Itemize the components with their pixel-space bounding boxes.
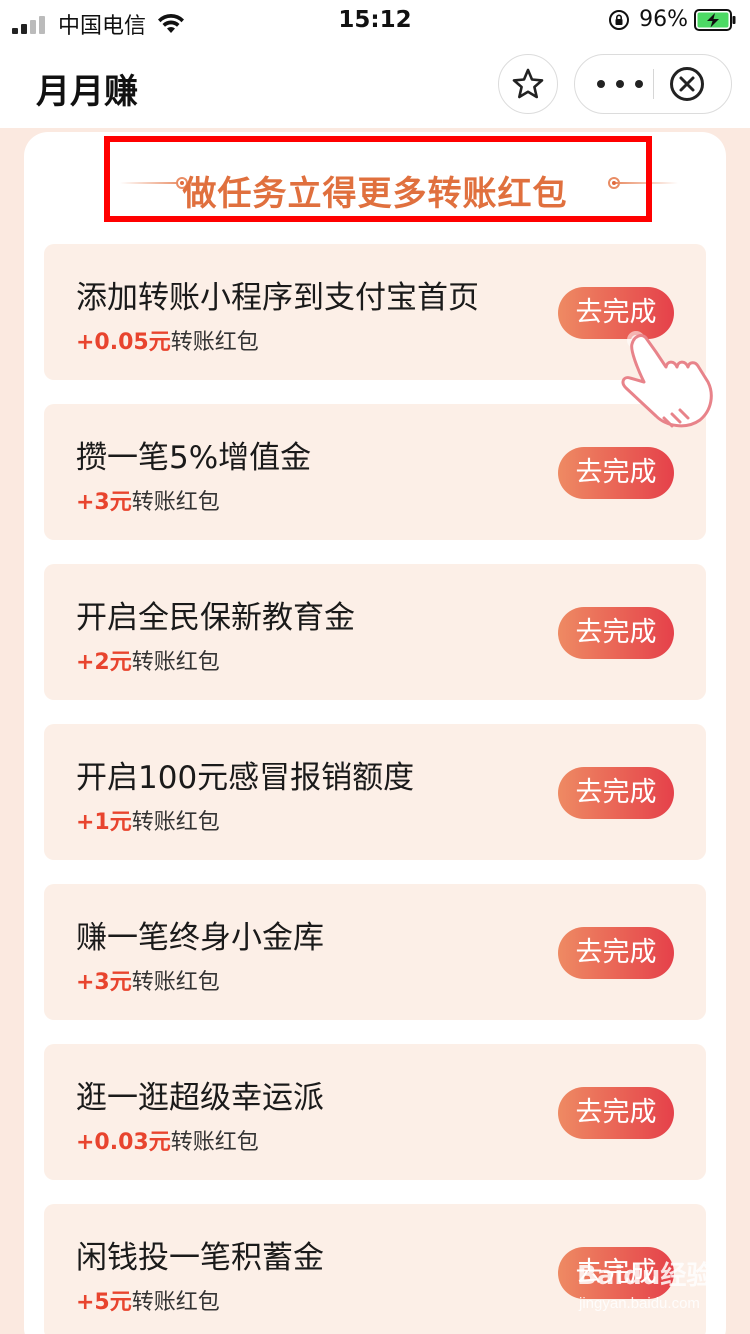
favorite-button[interactable] bbox=[498, 54, 558, 114]
task-reward: +2元转账红包 bbox=[76, 644, 220, 676]
task-card: 做任务立得更多转账红包 添加转账小程序到支付宝首页 +0.05元转账红包 去完成… bbox=[24, 132, 726, 1334]
task-item: 开启全民保新教育金 +2元转账红包 去完成 bbox=[44, 564, 706, 700]
highlight-box bbox=[104, 136, 652, 222]
task-reward: +3元转账红包 bbox=[76, 484, 220, 516]
task-item: 逛一逛超级幸运派 +0.03元转账红包 去完成 bbox=[44, 1044, 706, 1180]
reward-label: 转账红包 bbox=[131, 490, 220, 515]
reward-amount: +2元 bbox=[76, 650, 132, 675]
complete-task-button[interactable]: 去完成 bbox=[558, 447, 674, 499]
star-icon bbox=[512, 68, 544, 99]
reward-amount: +3元 bbox=[76, 970, 132, 995]
capsule-divider bbox=[653, 69, 654, 99]
task-reward: +0.03元转账红包 bbox=[76, 1124, 259, 1156]
task-item: 开启100元感冒报销额度 +1元转账红包 去完成 bbox=[44, 724, 706, 860]
reward-label: 转账红包 bbox=[131, 810, 220, 835]
miniprogram-capsule bbox=[574, 54, 732, 114]
page-title: 月月赚 bbox=[36, 72, 138, 112]
battery-percent: 96% bbox=[639, 7, 688, 32]
task-title: 闲钱投一笔积蓄金 bbox=[76, 1240, 324, 1276]
watermark-text: Baidu经验 bbox=[577, 1260, 712, 1291]
complete-task-button[interactable]: 去完成 bbox=[558, 607, 674, 659]
task-reward: +3元转账红包 bbox=[76, 964, 220, 996]
reward-amount: +5元 bbox=[76, 1290, 132, 1315]
reward-label: 转账红包 bbox=[131, 650, 220, 675]
reward-amount: +1元 bbox=[76, 810, 132, 835]
tap-hand-icon bbox=[621, 331, 713, 428]
more-options-button[interactable] bbox=[597, 55, 643, 113]
reward-amount: +0.05元 bbox=[76, 330, 171, 355]
task-title: 开启全民保新教育金 bbox=[76, 600, 355, 636]
task-reward: +5元转账红包 bbox=[76, 1284, 220, 1316]
nav-bar: 月月赚 bbox=[0, 42, 750, 128]
reward-label: 转账红包 bbox=[131, 1290, 220, 1315]
reward-amount: +3元 bbox=[76, 490, 132, 515]
task-title: 攒一笔5%增值金 bbox=[76, 440, 312, 476]
more-dot-icon bbox=[597, 80, 605, 88]
task-reward: +1元转账红包 bbox=[76, 804, 220, 836]
task-reward: +0.05元转账红包 bbox=[76, 324, 259, 356]
complete-task-button[interactable]: 去完成 bbox=[558, 927, 674, 979]
more-dot-icon bbox=[616, 80, 624, 88]
task-title: 添加转账小程序到支付宝首页 bbox=[76, 280, 479, 316]
reward-label: 转账红包 bbox=[170, 330, 259, 355]
rotation-lock-icon bbox=[609, 9, 630, 30]
close-icon[interactable] bbox=[669, 66, 705, 102]
baidu-jingyan-watermark: Baidu经验 jingyan.baidu.com bbox=[577, 1260, 712, 1312]
complete-task-button[interactable]: 去完成 bbox=[558, 767, 674, 819]
reward-amount: +0.03元 bbox=[76, 1130, 171, 1155]
task-item: 赚一笔终身小金库 +3元转账红包 去完成 bbox=[44, 884, 706, 1020]
task-title: 开启100元感冒报销额度 bbox=[76, 760, 415, 796]
status-bar: 中国电信 15:12 96% bbox=[0, 0, 750, 42]
reward-label: 转账红包 bbox=[131, 970, 220, 995]
watermark-url: jingyan.baidu.com bbox=[578, 1295, 700, 1312]
task-title: 赚一笔终身小金库 bbox=[76, 920, 324, 956]
complete-task-button[interactable]: 去完成 bbox=[558, 1087, 674, 1139]
task-title: 逛一逛超级幸运派 bbox=[76, 1080, 324, 1116]
battery-charging-icon bbox=[694, 8, 736, 31]
more-dot-icon bbox=[635, 80, 643, 88]
reward-label: 转账红包 bbox=[170, 1130, 259, 1155]
